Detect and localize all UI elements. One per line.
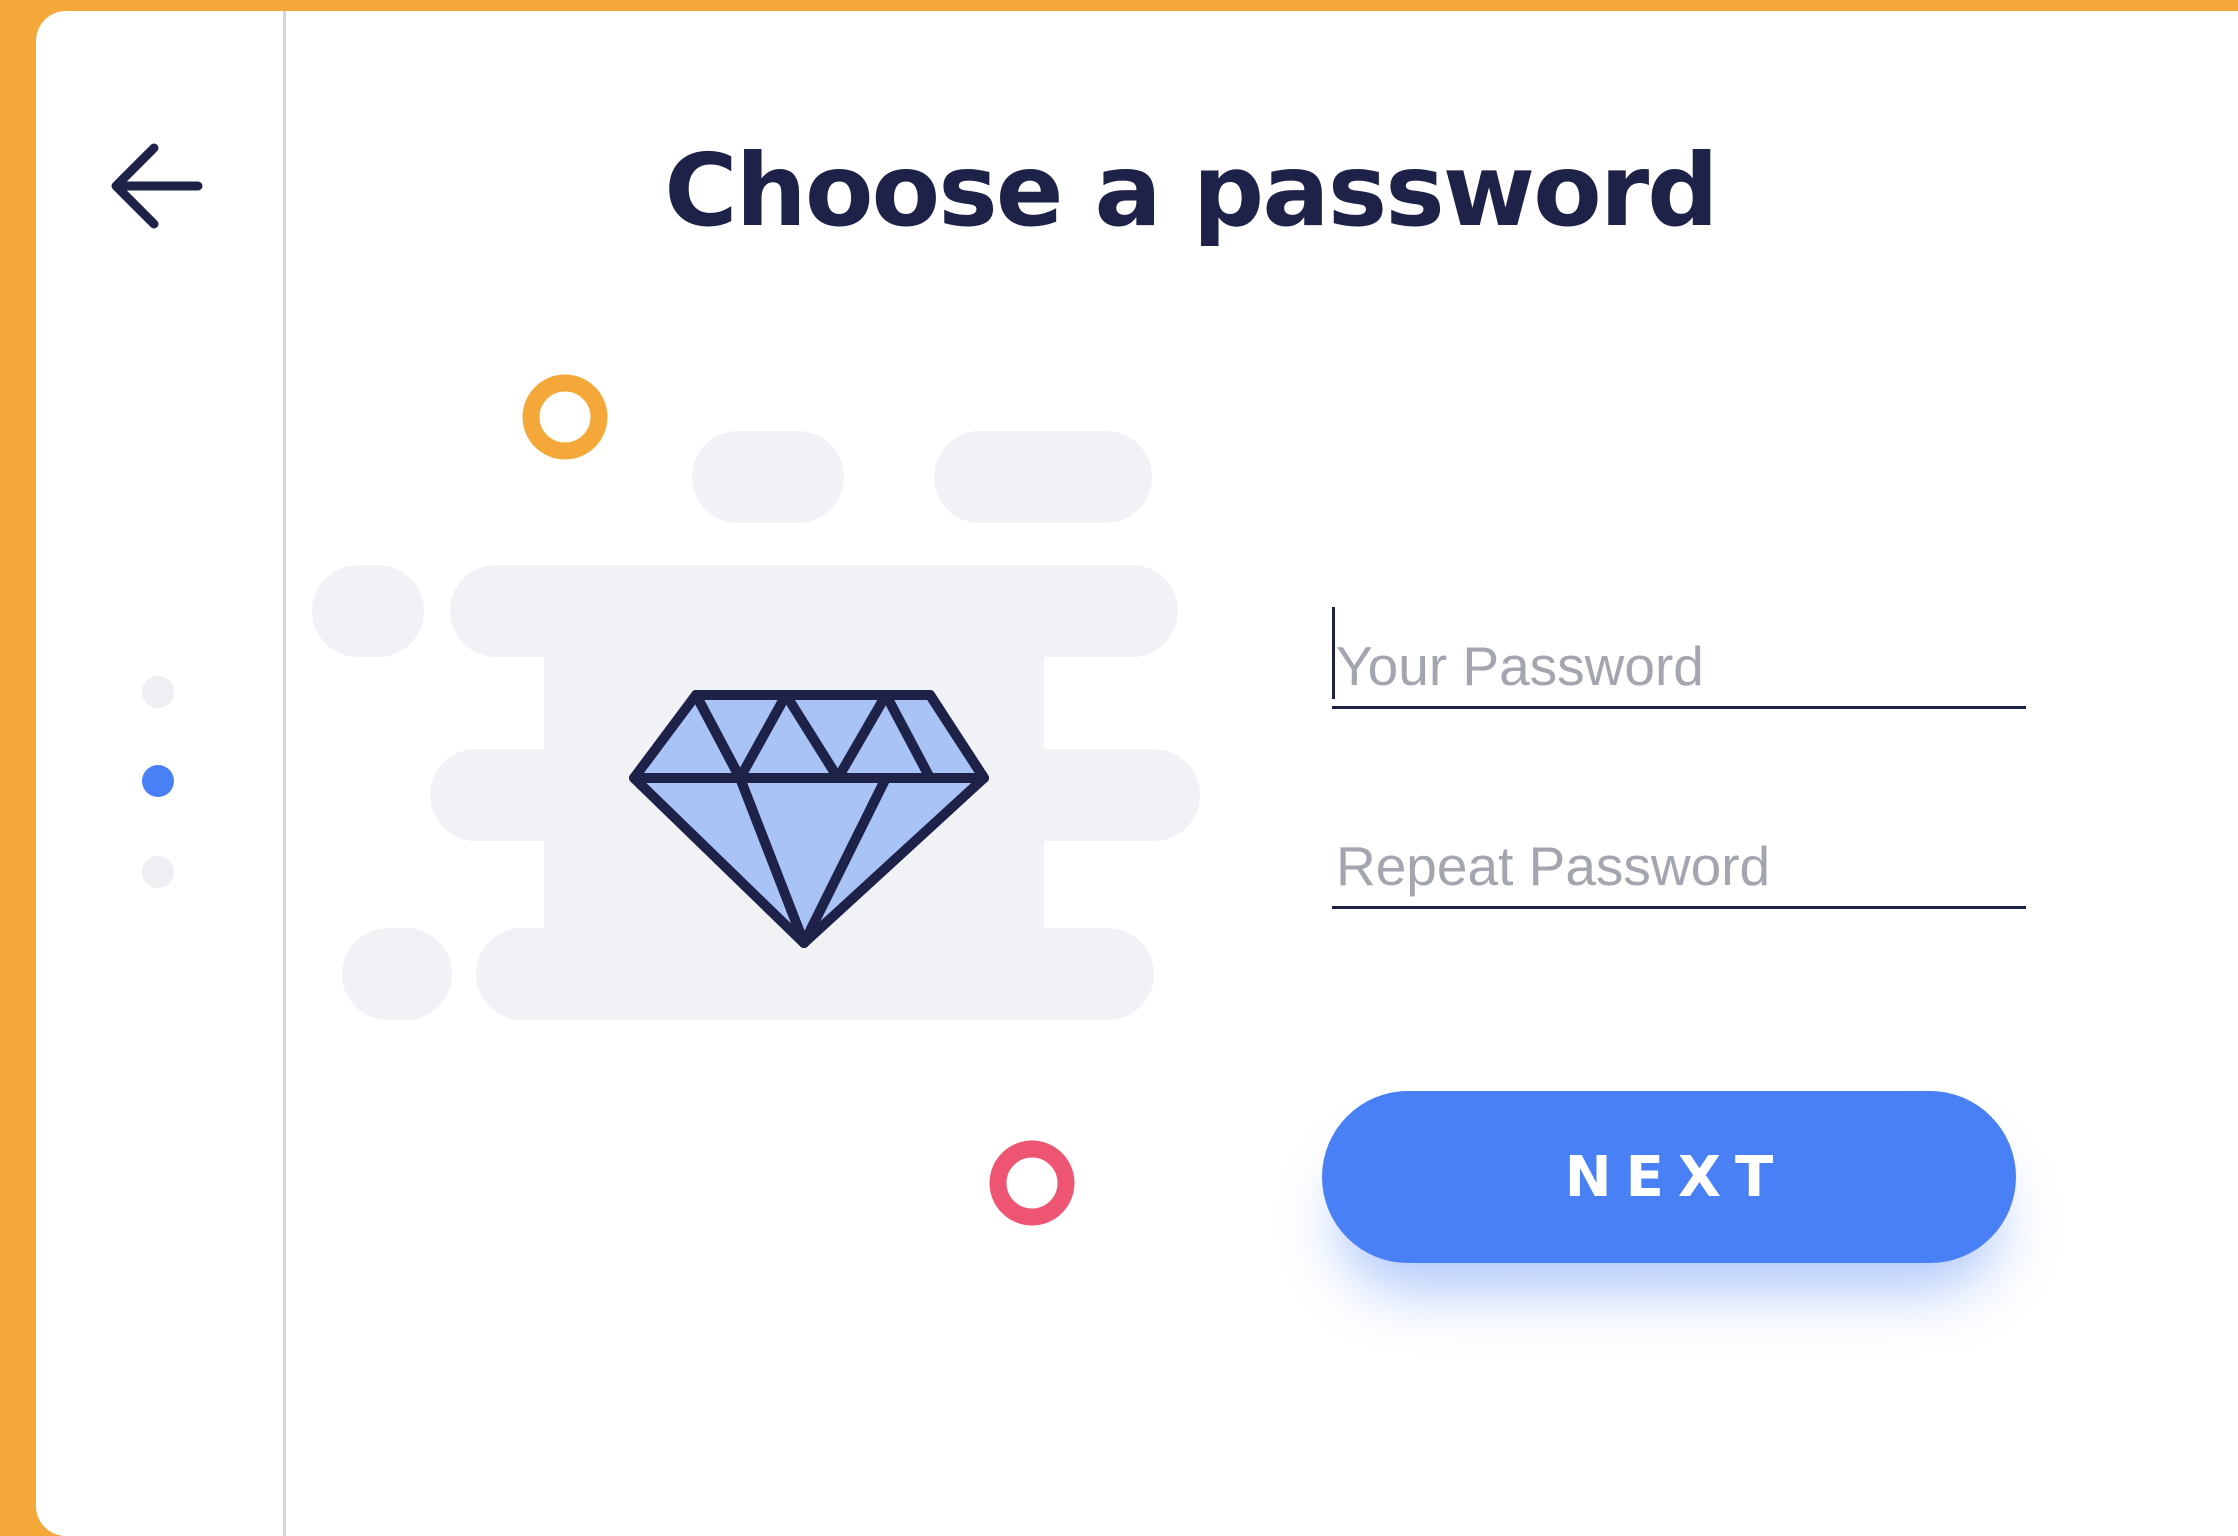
orange-ring-icon [522,374,608,460]
repeat-password-input[interactable] [1332,825,2026,909]
pink-ring-icon [989,1140,1075,1226]
text-caret [1332,607,1335,699]
signup-card: Choose a password NEXT [36,11,2238,1536]
next-button[interactable]: NEXT [1322,1091,2016,1263]
password-input[interactable] [1332,625,2026,709]
diamond-illustration [312,374,1200,1226]
